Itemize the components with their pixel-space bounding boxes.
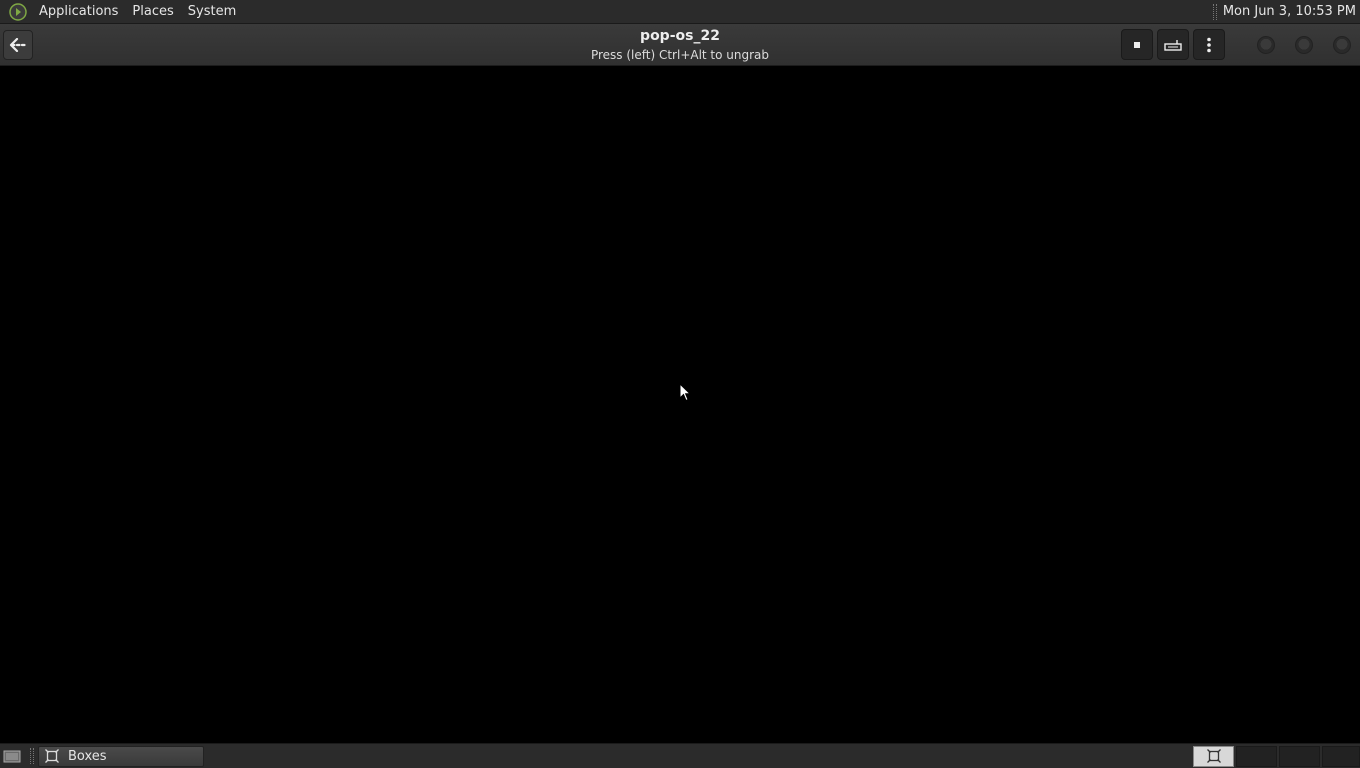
panel-handle[interactable] <box>1212 3 1217 20</box>
panel-handle-bottom[interactable] <box>30 748 34 764</box>
kebab-menu-icon <box>1207 37 1211 52</box>
distro-logo-icon[interactable] <box>8 2 28 22</box>
taskbar-item-boxes[interactable]: Boxes <box>38 745 204 767</box>
applications-menu[interactable]: Applications <box>32 0 125 24</box>
boxes-app-icon <box>44 748 60 764</box>
back-button[interactable] <box>3 30 33 60</box>
vm-display[interactable] <box>0 67 1360 743</box>
workspace-window-icon <box>1206 749 1221 763</box>
mouse-pointer-icon <box>679 383 691 402</box>
places-menu[interactable]: Places <box>125 0 180 24</box>
header-bar: pop-os_22 Press (left) Ctrl+Alt to ungra… <box>0 24 1360 66</box>
workspace-3[interactable] <box>1279 745 1320 767</box>
show-desktop-icon <box>3 750 21 763</box>
top-panel: Applications Places System Mon Jun 3, 10… <box>0 0 1360 24</box>
workspace-1[interactable] <box>1193 745 1234 767</box>
show-desktop-button[interactable] <box>0 745 24 767</box>
stop-icon <box>1134 41 1140 48</box>
taskbar-item-label: Boxes <box>68 748 107 764</box>
title-box: pop-os_22 Press (left) Ctrl+Alt to ungra… <box>480 26 880 64</box>
close-window-icon[interactable] <box>1333 36 1351 54</box>
menu-button[interactable] <box>1193 29 1225 60</box>
window-title: pop-os_22 <box>640 28 720 44</box>
back-arrow-icon <box>9 38 27 52</box>
bottom-panel: Boxes <box>0 743 1360 768</box>
maximize-window-icon[interactable] <box>1295 36 1313 54</box>
stop-button[interactable] <box>1121 29 1153 60</box>
keyboard-icon <box>1164 39 1182 51</box>
workspace-2[interactable] <box>1236 745 1277 767</box>
workspace-4[interactable] <box>1322 745 1360 767</box>
system-menu[interactable]: System <box>181 0 243 24</box>
minimize-window-icon[interactable] <box>1257 36 1275 54</box>
window-subtitle: Press (left) Ctrl+Alt to ungrab <box>590 48 770 62</box>
clock[interactable]: Mon Jun 3, 10:53 PM <box>1223 4 1360 19</box>
keyboard-shortcuts-button[interactable] <box>1157 29 1189 60</box>
